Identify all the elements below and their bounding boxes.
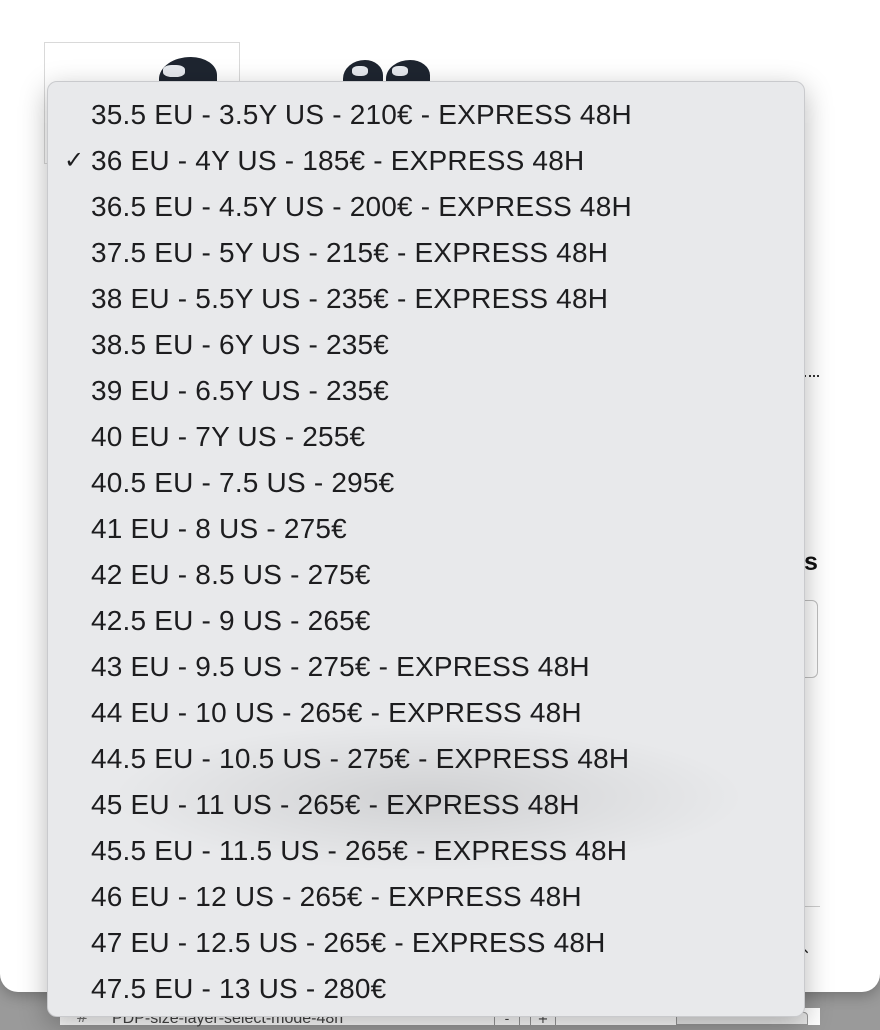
size-option-label: 45.5 EU - 11.5 US - 265€ - EXPRESS 48H bbox=[91, 835, 628, 866]
size-option[interactable]: 35.5 EU - 3.5Y US - 210€ - EXPRESS 48H bbox=[48, 92, 804, 138]
size-option[interactable]: 46 EU - 12 US - 265€ - EXPRESS 48H bbox=[48, 874, 804, 920]
size-option-label: 40 EU - 7Y US - 255€ bbox=[91, 421, 366, 452]
size-option[interactable]: 43 EU - 9.5 US - 275€ - EXPRESS 48H bbox=[48, 644, 804, 690]
size-option[interactable]: 39 EU - 6.5Y US - 235€ bbox=[48, 368, 804, 414]
size-option[interactable]: 38 EU - 5.5Y US - 235€ - EXPRESS 48H bbox=[48, 276, 804, 322]
size-option[interactable]: 45 EU - 11 US - 265€ - EXPRESS 48H bbox=[48, 782, 804, 828]
size-option-label: 42.5 EU - 9 US - 265€ bbox=[91, 605, 371, 636]
size-option-label: 46 EU - 12 US - 265€ - EXPRESS 48H bbox=[91, 881, 582, 912]
size-option[interactable]: 38.5 EU - 6Y US - 235€ bbox=[48, 322, 804, 368]
size-option-label: 35.5 EU - 3.5Y US - 210€ - EXPRESS 48H bbox=[91, 99, 632, 130]
size-option-label: 38 EU - 5.5Y US - 235€ - EXPRESS 48H bbox=[91, 283, 609, 314]
divider bbox=[804, 906, 820, 907]
size-option[interactable]: 45.5 EU - 11.5 US - 265€ - EXPRESS 48H bbox=[48, 828, 804, 874]
size-option-label: 44 EU - 10 US - 265€ - EXPRESS 48H bbox=[91, 697, 582, 728]
dotted-divider bbox=[804, 375, 819, 377]
size-option[interactable]: 36.5 EU - 4.5Y US - 200€ - EXPRESS 48H bbox=[48, 184, 804, 230]
size-option-label: 39 EU - 6.5Y US - 235€ bbox=[91, 375, 390, 406]
size-option-label: 43 EU - 9.5 US - 275€ - EXPRESS 48H bbox=[91, 651, 590, 682]
size-option-label: 40.5 EU - 7.5 US - 295€ bbox=[91, 467, 395, 498]
sneaker-pair-detail-right bbox=[392, 66, 408, 76]
size-option-label: 47 EU - 12.5 US - 265€ - EXPRESS 48H bbox=[91, 927, 606, 958]
size-option-label: 42 EU - 8.5 US - 275€ bbox=[91, 559, 371, 590]
section-heading-fragment: s bbox=[804, 548, 818, 576]
size-option-label: 41 EU - 8 US - 275€ bbox=[91, 513, 347, 544]
sneaker-pair-detail-left bbox=[352, 66, 368, 76]
size-option-label: 36.5 EU - 4.5Y US - 200€ - EXPRESS 48H bbox=[91, 191, 632, 222]
size-option-label: 38.5 EU - 6Y US - 235€ bbox=[91, 329, 390, 360]
size-option[interactable]: ✓ 36 EU - 4Y US - 185€ - EXPRESS 48H bbox=[48, 138, 804, 184]
size-option[interactable]: 47 EU - 12.5 US - 265€ - EXPRESS 48H bbox=[48, 920, 804, 966]
size-option-label: 45 EU - 11 US - 265€ - EXPRESS 48H bbox=[91, 789, 580, 820]
sneaker-detail bbox=[163, 65, 185, 77]
checkmark-icon: ✓ bbox=[64, 147, 85, 174]
size-option-label: 36 EU - 4Y US - 185€ - EXPRESS 48H bbox=[91, 145, 585, 176]
size-option[interactable]: 44 EU - 10 US - 265€ - EXPRESS 48H bbox=[48, 690, 804, 736]
size-option[interactable]: 44.5 EU - 10.5 US - 275€ - EXPRESS 48H bbox=[48, 736, 804, 782]
size-option[interactable]: 40.5 EU - 7.5 US - 295€ bbox=[48, 460, 804, 506]
size-option-list: 35.5 EU - 3.5Y US - 210€ - EXPRESS 48H ✓ 3… bbox=[48, 92, 804, 1012]
size-option[interactable]: 41 EU - 8 US - 275€ bbox=[48, 506, 804, 552]
size-option-label: 47.5 EU - 13 US - 280€ bbox=[91, 973, 387, 1004]
size-option-label: 44.5 EU - 10.5 US - 275€ - EXPRESS 48H bbox=[91, 743, 630, 774]
size-option[interactable]: 40 EU - 7Y US - 255€ bbox=[48, 414, 804, 460]
size-option[interactable]: 37.5 EU - 5Y US - 215€ - EXPRESS 48H bbox=[48, 230, 804, 276]
size-option[interactable]: 42.5 EU - 9 US - 265€ bbox=[48, 598, 804, 644]
size-option-label: 37.5 EU - 5Y US - 215€ - EXPRESS 48H bbox=[91, 237, 609, 268]
size-dropdown-menu[interactable]: 35.5 EU - 3.5Y US - 210€ - EXPRESS 48H ✓ 3… bbox=[47, 81, 805, 1017]
size-option[interactable]: 47.5 EU - 13 US - 280€ bbox=[48, 966, 804, 1012]
size-option[interactable]: 42 EU - 8.5 US - 275€ bbox=[48, 552, 804, 598]
